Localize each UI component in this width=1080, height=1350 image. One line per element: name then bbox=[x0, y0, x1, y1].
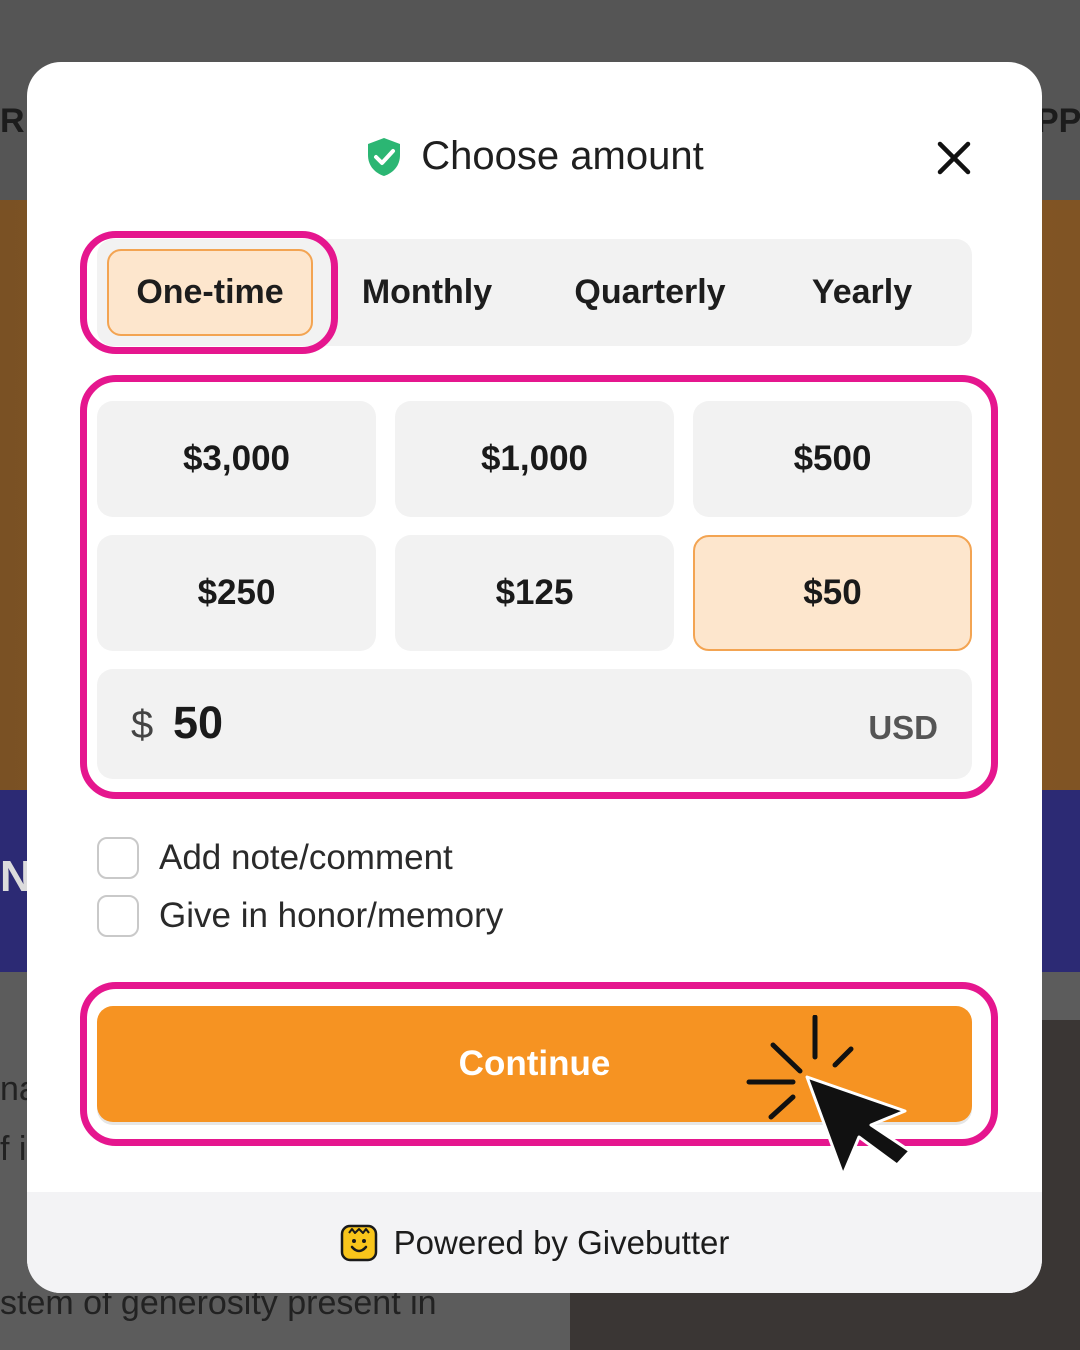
honor-memory-checkbox[interactable] bbox=[97, 895, 139, 937]
background-text: f i bbox=[0, 1130, 27, 1168]
amount-option-125[interactable]: $125 bbox=[395, 535, 674, 651]
modal-header: Choose amount bbox=[27, 62, 1042, 252]
background-text: PP bbox=[1036, 102, 1080, 140]
tab-monthly[interactable]: Monthly bbox=[327, 249, 527, 336]
tab-quarterly[interactable]: Quarterly bbox=[545, 249, 755, 336]
amount-option-50[interactable]: $50 bbox=[693, 535, 972, 651]
givebutter-logo-icon bbox=[340, 1224, 377, 1261]
custom-amount-input[interactable]: $ 50 USD bbox=[97, 669, 972, 779]
amount-option-500[interactable]: $500 bbox=[693, 401, 972, 517]
continue-button[interactable]: Continue bbox=[97, 1006, 972, 1122]
honor-memory-option[interactable]: Give in honor/memory bbox=[97, 895, 503, 937]
powered-by-text: Powered by Givebutter bbox=[393, 1223, 730, 1261]
amount-option-3000[interactable]: $3,000 bbox=[97, 401, 376, 517]
tab-yearly[interactable]: Yearly bbox=[772, 249, 952, 336]
shield-check-icon bbox=[368, 137, 401, 176]
tab-one-time[interactable]: One-time bbox=[107, 249, 313, 336]
modal-title-row: Choose amount bbox=[27, 134, 1042, 179]
amount-value[interactable]: 50 bbox=[173, 697, 223, 749]
add-note-option[interactable]: Add note/comment bbox=[97, 837, 453, 879]
add-note-label: Add note/comment bbox=[159, 838, 453, 877]
amount-option-1000[interactable]: $1,000 bbox=[395, 401, 674, 517]
currency-code: USD bbox=[868, 709, 938, 746]
currency-symbol: $ bbox=[131, 703, 154, 747]
frequency-tabs: One-time Monthly Quarterly Yearly bbox=[97, 239, 972, 346]
background-text: R bbox=[0, 102, 25, 140]
amount-option-250[interactable]: $250 bbox=[97, 535, 376, 651]
add-note-checkbox[interactable] bbox=[97, 837, 139, 879]
close-icon[interactable] bbox=[932, 136, 976, 180]
modal-title: Choose amount bbox=[421, 134, 704, 178]
donation-modal: Choose amount One-time Monthly Quarterly… bbox=[27, 62, 1042, 1293]
modal-footer: Powered by Givebutter bbox=[27, 1192, 1042, 1293]
honor-memory-label: Give in honor/memory bbox=[159, 896, 504, 935]
